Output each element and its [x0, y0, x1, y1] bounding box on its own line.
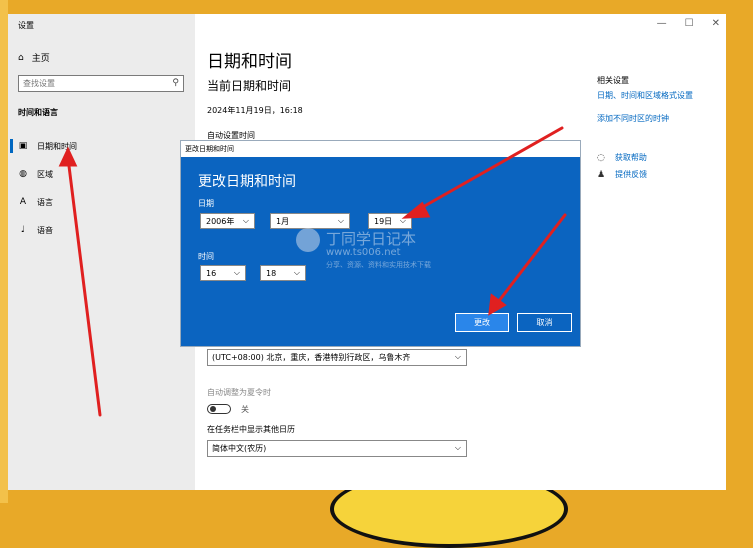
calendar-value: 简体中文(农历): [212, 444, 267, 453]
person-icon: ♟: [597, 169, 606, 180]
hour-select[interactable]: 16 ⌵: [200, 265, 246, 281]
timezone-value: (UTC+08:00) 北京，重庆，香港特别行政区，乌鲁木齐: [212, 353, 411, 362]
sidebar-item-region[interactable]: ◍ 区域: [8, 163, 195, 185]
dst-toggle[interactable]: [207, 404, 231, 414]
sidebar-item-label: 日期和时间: [37, 141, 77, 151]
close-icon[interactable]: ✕: [712, 18, 720, 29]
sidebar-item-date-time[interactable]: ▣ 日期和时间: [8, 135, 195, 157]
watermark-logo-icon: [296, 228, 320, 252]
chevron-down-icon: ⌵: [242, 216, 249, 225]
search-icon[interactable]: ⚲: [172, 78, 179, 88]
search-box[interactable]: ⚲: [18, 75, 184, 92]
calendar-select[interactable]: 简体中文(农历) ⌵: [207, 440, 467, 457]
get-help-label: 获取帮助: [614, 153, 647, 162]
timezone-select[interactable]: (UTC+08:00) 北京，重庆，香港特别行政区，乌鲁木齐 ⌵: [207, 349, 467, 366]
chat-icon: ◌: [597, 152, 605, 163]
dst-label: 自动调整为夏令时: [207, 388, 271, 397]
related-settings-title: 相关设置: [597, 76, 629, 85]
chevron-down-icon: ⌵: [454, 443, 461, 452]
time-label: 时间: [198, 252, 214, 261]
hour-value: 16: [206, 268, 217, 278]
window-title: 设置: [18, 21, 34, 30]
sidebar-item-label: 区域: [37, 169, 53, 179]
maximize-icon[interactable]: ☐: [685, 18, 694, 29]
calendar-clock-icon: ▣: [18, 141, 28, 151]
get-help-link[interactable]: ◌ 获取帮助: [597, 152, 647, 163]
sidebar-item-label: 语音: [37, 225, 53, 235]
sidebar-item-language[interactable]: A 语言: [8, 191, 195, 213]
active-indicator: [10, 139, 13, 153]
day-value: 19日: [374, 216, 393, 226]
sidebar: 设置 ⌂ 主页 ⚲ 时间和语言 ▣ 日期和时间 ◍ 区域 A 语言 ♩ 语音: [8, 14, 195, 490]
watermark: 丁同学日记本 www.ts006.net 分享、资源、资料和实用技术下载: [296, 228, 431, 270]
year-select[interactable]: 2006年 ⌵: [200, 213, 255, 229]
nav-home[interactable]: ⌂ 主页: [18, 51, 50, 65]
chevron-down-icon: ⌵: [233, 268, 240, 277]
window-controls: — ☐ ✕: [657, 18, 720, 29]
dialog-window-title: 更改日期和时间: [181, 141, 580, 157]
chevron-down-icon: ⌵: [399, 216, 406, 225]
chevron-down-icon: ⌵: [337, 216, 344, 225]
month-value: 1月: [276, 216, 290, 226]
current-datetime: 2024年11月19日，16:18: [207, 106, 303, 115]
feedback-label: 提供反馈: [615, 170, 648, 179]
background-strip: [0, 0, 8, 503]
chevron-down-icon: ⌵: [454, 352, 461, 361]
feedback-link[interactable]: ♟ 提供反馈: [597, 169, 647, 180]
section-subtitle: 当前日期和时间: [207, 79, 292, 93]
sidebar-item-label: 语言: [37, 197, 53, 207]
calendar-label: 在任务栏中显示其他日历: [207, 425, 295, 434]
month-select[interactable]: 1月 ⌵: [270, 213, 350, 229]
page-title: 日期和时间: [207, 52, 292, 72]
nav-home-label: 主页: [31, 54, 50, 64]
search-input[interactable]: [19, 76, 163, 91]
date-region-format-link[interactable]: 日期、时间和区域格式设置: [597, 90, 693, 101]
toggle-knob: [210, 406, 216, 412]
sidebar-item-speech[interactable]: ♩ 语音: [8, 219, 195, 241]
watermark-title: 丁同学日记本: [326, 230, 417, 248]
day-select[interactable]: 19日 ⌵: [368, 213, 412, 229]
date-label: 日期: [198, 199, 214, 208]
language-icon: A: [19, 197, 27, 207]
change-button[interactable]: 更改: [455, 313, 509, 332]
minute-value: 18: [266, 268, 277, 278]
dst-toggle-state: 关: [241, 405, 249, 414]
cancel-button[interactable]: 取消: [517, 313, 572, 332]
add-clocks-link[interactable]: 添加不同时区的时钟: [597, 113, 669, 124]
home-icon: ⌂: [18, 52, 24, 63]
globe-icon: ◍: [19, 169, 27, 179]
dialog-heading: 更改日期和时间: [198, 174, 296, 190]
minimize-icon[interactable]: —: [657, 18, 667, 29]
watermark-subtitle: 分享、资源、资料和实用技术下载: [326, 261, 431, 269]
sidebar-section-title: 时间和语言: [18, 108, 58, 117]
year-value: 2006年: [206, 216, 235, 226]
microphone-icon: ♩: [20, 225, 26, 235]
